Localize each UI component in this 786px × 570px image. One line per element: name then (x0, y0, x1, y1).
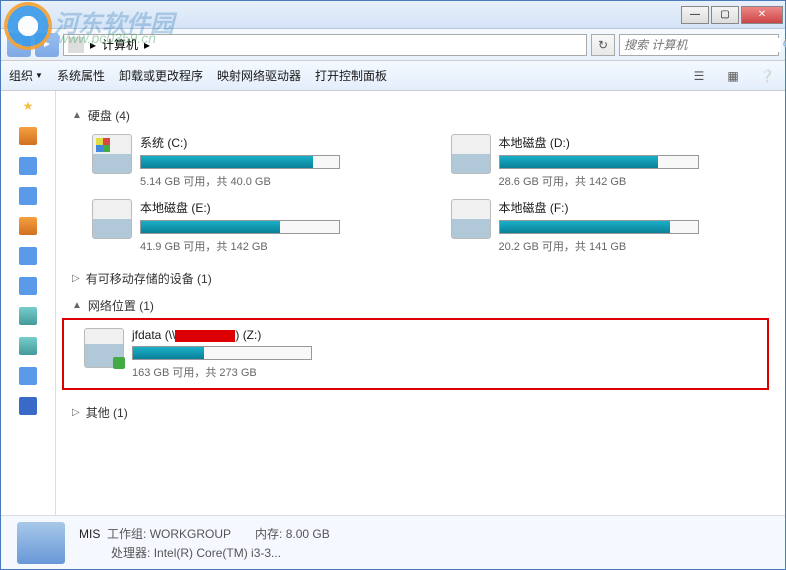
favorites-icon[interactable]: ★ (19, 97, 37, 115)
drive-status: 41.9 GB 可用，共 142 GB (140, 238, 411, 254)
path-sep: ▸ (144, 38, 150, 52)
drive-icon (92, 134, 132, 174)
lib-item-icon[interactable] (19, 367, 37, 385)
drive-name: jfdata (\\) (Z:) (132, 328, 759, 342)
organize-menu[interactable]: 组织▼ (9, 67, 43, 84)
address-bar[interactable]: ▸ 计算机 ▸ (63, 34, 587, 56)
cpu-label: 处理器: (111, 546, 150, 560)
computer-icon[interactable] (19, 397, 37, 415)
collapse-icon: ▲ (72, 110, 82, 121)
libraries-icon[interactable] (19, 127, 37, 145)
cpu-value: Intel(R) Core(TM) i3-3... (154, 546, 281, 560)
drive-usage-bar (499, 155, 699, 169)
drive-usage-bar (140, 155, 340, 169)
navigation-bar: ◄ ► ▸ 计算机 ▸ ↻ 🔍 (1, 29, 785, 61)
network-drive-z[interactable]: jfdata (\\) (Z:) 163 GB 可用，共 273 GB (84, 328, 759, 380)
search-input[interactable] (624, 38, 781, 52)
drive-name: 本地磁盘 (D:) (499, 134, 770, 151)
lib-item-icon[interactable] (19, 187, 37, 205)
drive-e[interactable]: 本地磁盘 (E:) 41.9 GB 可用，共 142 GB (92, 199, 411, 254)
map-drive-button[interactable]: 映射网络驱动器 (217, 67, 301, 84)
drive-status: 163 GB 可用，共 273 GB (132, 364, 759, 380)
drive-name: 本地磁盘 (E:) (140, 199, 411, 216)
lib-item-icon[interactable] (19, 247, 37, 265)
path-sep: ▸ (90, 38, 96, 52)
lib-item-icon[interactable] (19, 157, 37, 175)
drive-status: 5.14 GB 可用，共 40.0 GB (140, 173, 411, 189)
drive-status: 20.2 GB 可用，共 141 GB (499, 238, 770, 254)
forward-button[interactable]: ► (35, 33, 59, 57)
content-area: ▲ 硬盘 (4) 系统 (C:) 5.14 GB 可用，共 40.0 GB 本地… (56, 91, 785, 515)
section-label: 网络位置 (1) (88, 297, 154, 314)
refresh-button[interactable]: ↻ (591, 34, 615, 56)
drive-c[interactable]: 系统 (C:) 5.14 GB 可用，共 40.0 GB (92, 134, 411, 189)
highlight-annotation: jfdata (\\) (Z:) 163 GB 可用，共 273 GB (62, 318, 769, 390)
view-icon[interactable]: ☰ (689, 66, 709, 86)
sidebar: ★ (1, 91, 56, 515)
workgroup-value: WORKGROUP (150, 527, 231, 541)
section-label: 其他 (1) (86, 404, 128, 421)
expand-icon: ▷ (72, 273, 80, 284)
drive-name: 本地磁盘 (F:) (499, 199, 770, 216)
drive-status: 28.6 GB 可用，共 142 GB (499, 173, 770, 189)
collapse-icon: ▲ (72, 300, 82, 311)
computer-large-icon (17, 522, 65, 564)
search-icon: 🔍 (781, 38, 786, 52)
lib-item-icon[interactable] (19, 307, 37, 325)
section-network[interactable]: ▲ 网络位置 (1) (72, 297, 769, 314)
lib-item-icon[interactable] (19, 277, 37, 295)
control-panel-button[interactable]: 打开控制面板 (315, 67, 387, 84)
lib-item-icon[interactable] (19, 217, 37, 235)
drive-usage-bar (140, 220, 340, 234)
uninstall-button[interactable]: 卸载或更改程序 (119, 67, 203, 84)
details-pane: MIS 工作组: WORKGROUP 内存: 8.00 GB 处理器: Inte… (1, 515, 785, 569)
workgroup-label: 工作组: (107, 527, 146, 541)
drive-usage-bar (132, 346, 312, 360)
section-removable[interactable]: ▷ 有可移动存储的设备 (1) (72, 270, 769, 287)
toolbar: 组织▼ 系统属性 卸载或更改程序 映射网络驱动器 打开控制面板 ☰ ▦ ❔ (1, 61, 785, 91)
preview-icon[interactable]: ▦ (723, 66, 743, 86)
drive-icon (92, 199, 132, 239)
minimize-button[interactable]: — (681, 6, 709, 24)
search-box[interactable]: 🔍 (619, 34, 779, 56)
drive-icon (451, 134, 491, 174)
section-label: 硬盘 (4) (88, 107, 130, 124)
drive-f[interactable]: 本地磁盘 (F:) 20.2 GB 可用，共 141 GB (451, 199, 770, 254)
section-other[interactable]: ▷ 其他 (1) (72, 404, 769, 421)
close-button[interactable]: ✕ (741, 6, 783, 24)
memory-label: 内存: (255, 527, 282, 541)
drive-icon (451, 199, 491, 239)
system-properties-button[interactable]: 系统属性 (57, 67, 105, 84)
computer-name: MIS (79, 527, 100, 541)
computer-icon (68, 37, 84, 53)
titlebar: — ▢ ✕ (1, 1, 785, 29)
section-hdd[interactable]: ▲ 硬盘 (4) (72, 107, 769, 124)
location-label: 计算机 (102, 36, 138, 53)
drive-name: 系统 (C:) (140, 134, 411, 151)
lib-item-icon[interactable] (19, 337, 37, 355)
back-button[interactable]: ◄ (7, 33, 31, 57)
memory-value: 8.00 GB (286, 527, 330, 541)
help-icon[interactable]: ❔ (757, 66, 777, 86)
redacted-hostname (175, 330, 235, 342)
section-label: 有可移动存储的设备 (1) (86, 270, 212, 287)
network-drive-icon (84, 328, 124, 368)
maximize-button[interactable]: ▢ (711, 6, 739, 24)
drive-usage-bar (499, 220, 699, 234)
expand-icon: ▷ (72, 407, 80, 418)
drive-d[interactable]: 本地磁盘 (D:) 28.6 GB 可用，共 142 GB (451, 134, 770, 189)
